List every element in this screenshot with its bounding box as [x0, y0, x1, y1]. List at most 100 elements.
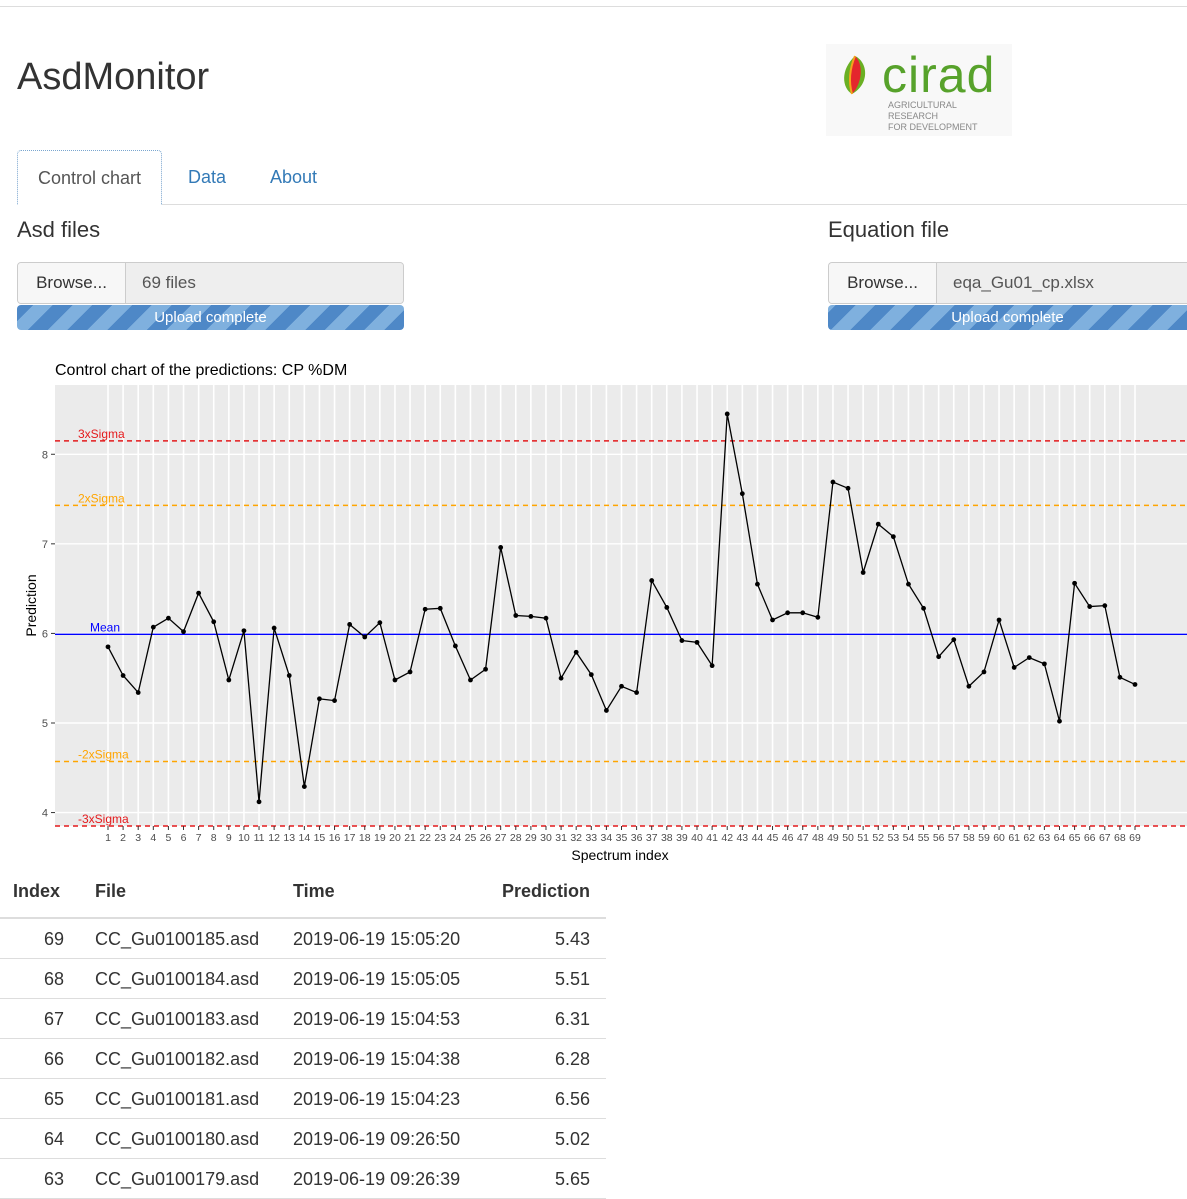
prediction-point[interactable]	[347, 622, 353, 627]
prediction-point[interactable]	[422, 606, 428, 612]
prediction-point[interactable]	[649, 578, 655, 583]
row-file: CC_Gu0100179.asd	[95, 1169, 260, 1189]
prediction-point[interactable]	[392, 677, 398, 683]
prediction-point[interactable]	[286, 673, 292, 678]
prediction-point[interactable]	[256, 799, 262, 805]
tab-control-chart[interactable]: Control chart	[17, 150, 163, 205]
prediction-point[interactable]	[694, 639, 700, 645]
asd-files-value[interactable]: 69 files	[126, 263, 403, 303]
prediction-point[interactable]	[150, 624, 156, 630]
prediction-point[interactable]	[1026, 655, 1032, 660]
tab-data[interactable]: Data	[168, 150, 246, 204]
prediction-point[interactable]	[1072, 580, 1077, 586]
row-index: 68	[43, 969, 64, 989]
x-tick-label: 51	[857, 832, 869, 844]
prediction-point[interactable]	[468, 677, 473, 683]
x-tick-label: 13	[283, 832, 295, 844]
prediction-point[interactable]	[845, 485, 851, 491]
prediction-point[interactable]	[800, 610, 806, 616]
logo-tagline-line-2: FOR DEVELOPMENT	[888, 122, 978, 132]
header-index[interactable]: Index	[13, 865, 60, 917]
prediction-point[interactable]	[558, 675, 564, 681]
prediction-point[interactable]	[573, 649, 579, 655]
row-index: 64	[43, 1129, 64, 1149]
prediction-point[interactable]	[1117, 674, 1123, 680]
prediction-point[interactable]	[105, 644, 111, 650]
app-title: AsdMonitor	[17, 56, 210, 98]
prediction-point[interactable]	[785, 610, 791, 616]
prediction-point[interactable]	[996, 617, 1002, 623]
prediction-point[interactable]	[755, 581, 760, 587]
prediction-point[interactable]	[513, 613, 519, 618]
prediction-point[interactable]	[830, 479, 836, 485]
prediction-point[interactable]	[166, 615, 171, 621]
x-tick-label: 27	[495, 832, 507, 844]
prediction-point[interactable]	[906, 581, 911, 587]
row-time: 2019-06-19 09:26:39	[293, 1169, 461, 1189]
prediction-point[interactable]	[377, 620, 383, 626]
prediction-point[interactable]	[362, 634, 368, 640]
prediction-point[interactable]	[921, 605, 926, 611]
prediction-point[interactable]	[241, 628, 247, 634]
prediction-point[interactable]	[135, 690, 141, 695]
prediction-point[interactable]	[951, 637, 957, 643]
equation-browse-button[interactable]: Browse...	[829, 263, 937, 303]
prediction-point[interactable]	[875, 521, 881, 527]
prediction-point[interactable]	[498, 545, 504, 550]
prediction-point[interactable]	[724, 411, 730, 417]
prediction-point[interactable]	[543, 615, 549, 621]
prediction-point[interactable]	[120, 673, 126, 678]
prediction-point[interactable]	[890, 534, 896, 540]
prediction-point[interactable]	[437, 605, 443, 611]
x-tick-label: 63	[1039, 832, 1051, 844]
prediction-point[interactable]	[301, 784, 307, 789]
prediction-point[interactable]	[936, 654, 942, 660]
x-tick-label: 24	[450, 832, 462, 844]
reference-label: Mean	[90, 620, 120, 634]
prediction-point[interactable]	[1011, 665, 1017, 670]
prediction-point[interactable]	[226, 677, 232, 683]
prediction-point[interactable]	[1087, 604, 1093, 609]
asd-browse-button[interactable]: Browse...	[18, 263, 126, 303]
prediction-point[interactable]	[407, 669, 413, 675]
header-prediction[interactable]: Prediction	[502, 865, 590, 917]
prediction-point[interactable]	[317, 696, 322, 702]
prediction-point[interactable]	[1041, 661, 1047, 667]
header-time[interactable]: Time	[293, 865, 335, 917]
prediction-point[interactable]	[770, 617, 775, 623]
prediction-point[interactable]	[619, 683, 624, 689]
prediction-point[interactable]	[332, 698, 337, 703]
x-tick-label: 14	[298, 832, 310, 844]
row-index: 63	[43, 1169, 64, 1189]
prediction-point[interactable]	[271, 625, 277, 631]
prediction-point[interactable]	[483, 666, 488, 672]
prediction-point[interactable]	[211, 619, 217, 625]
prediction-point[interactable]	[709, 663, 715, 669]
x-tick-label: 65	[1069, 832, 1081, 844]
reference-label: -2xSigma	[78, 748, 129, 762]
prediction-point[interactable]	[603, 708, 609, 713]
equation-file-value[interactable]: eqa_Gu01_cp.xlsx	[937, 263, 1187, 303]
y-tick-label: 7	[42, 539, 48, 551]
x-tick-label: 49	[827, 832, 839, 844]
prediction-point[interactable]	[679, 638, 685, 643]
prediction-point[interactable]	[966, 683, 972, 689]
prediction-point[interactable]	[196, 590, 202, 596]
prediction-point[interactable]	[1132, 682, 1138, 687]
x-tick-label: 12	[268, 832, 280, 844]
prediction-point[interactable]	[664, 605, 670, 610]
prediction-point[interactable]	[181, 629, 186, 635]
prediction-point[interactable]	[815, 614, 821, 620]
prediction-point[interactable]	[739, 491, 745, 497]
prediction-point[interactable]	[528, 613, 534, 619]
prediction-point[interactable]	[860, 570, 866, 575]
reference-label: 3xSigma	[78, 427, 125, 441]
prediction-point[interactable]	[588, 672, 594, 678]
prediction-point[interactable]	[452, 643, 458, 649]
tab-about[interactable]: About	[250, 150, 337, 204]
prediction-point[interactable]	[1102, 603, 1108, 609]
prediction-point[interactable]	[1057, 718, 1062, 724]
prediction-point[interactable]	[981, 669, 987, 675]
header-file[interactable]: File	[95, 865, 126, 917]
prediction-point[interactable]	[634, 690, 640, 695]
